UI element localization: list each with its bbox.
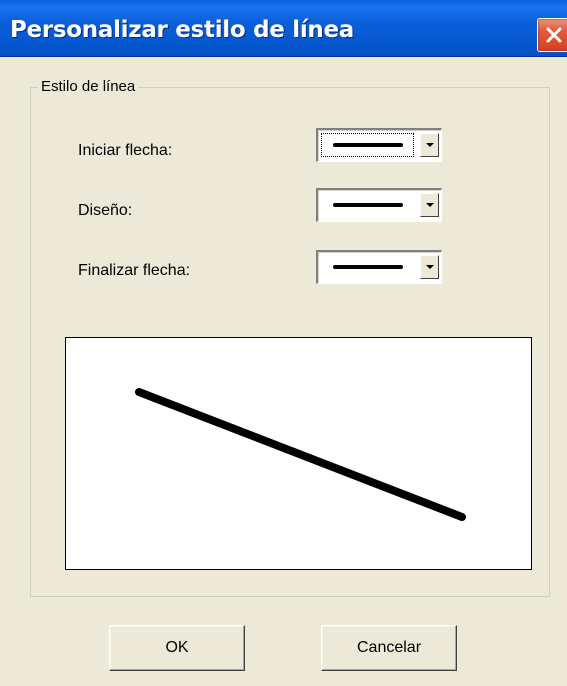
cancel-button[interactable]: Cancelar (321, 625, 457, 671)
design-label: Diseño: (78, 202, 133, 219)
close-button[interactable] (537, 18, 567, 52)
solid-line-icon (333, 143, 403, 147)
window-title: Personalizar estilo de línea (10, 17, 355, 43)
start-arrow-label: Iniciar flecha: (78, 142, 173, 159)
preview-line (135, 388, 466, 521)
preview-line-svg (135, 388, 466, 521)
ok-button[interactable]: OK (109, 625, 245, 671)
end-arrow-selected-value (320, 254, 415, 280)
dropdown-arrow-icon[interactable] (420, 193, 439, 217)
dropdown-arrow-icon[interactable] (420, 133, 439, 157)
customize-line-style-dialog: Personalizar estilo de línea Estilo de l… (0, 0, 567, 686)
close-x-icon (546, 27, 562, 43)
line-preview-box (65, 337, 532, 570)
start-arrow-combobox[interactable] (316, 128, 442, 162)
dropdown-arrow-icon[interactable] (420, 255, 439, 279)
end-arrow-label: Finalizar flecha: (78, 262, 191, 279)
end-arrow-combobox[interactable] (316, 250, 442, 284)
start-arrow-selected-value (320, 132, 415, 158)
solid-line-icon (333, 265, 403, 269)
design-selected-value (320, 192, 415, 218)
solid-line-icon (333, 203, 403, 207)
design-combobox[interactable] (316, 188, 442, 222)
title-bar[interactable]: Personalizar estilo de línea (0, 0, 567, 57)
groupbox-legend: Estilo de línea (38, 78, 139, 95)
